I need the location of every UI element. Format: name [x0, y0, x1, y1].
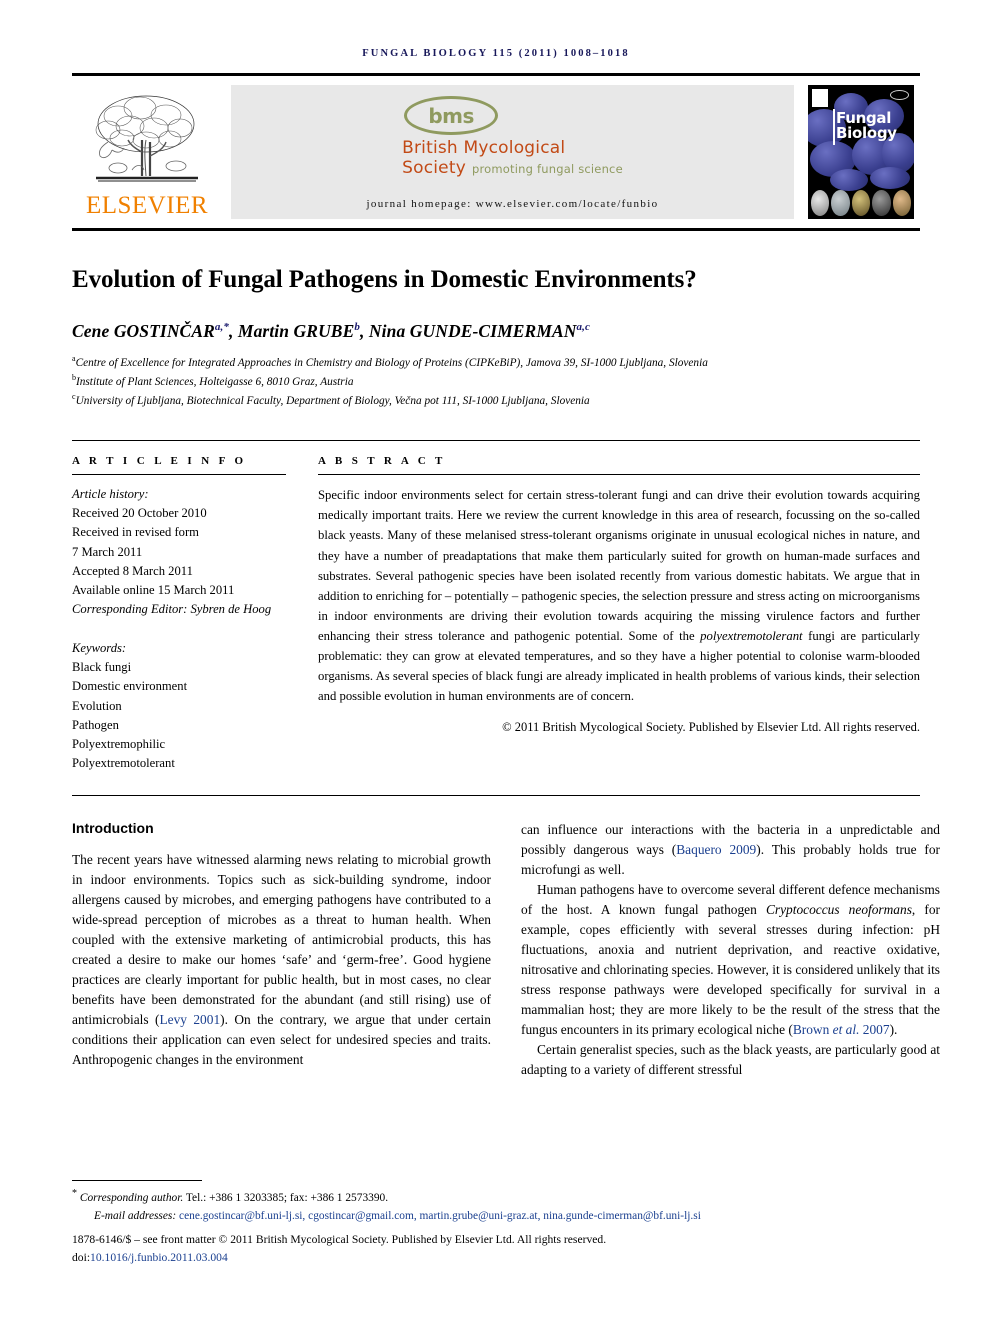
society-name-line1: British Mycological: [402, 138, 566, 158]
article-history-item: Available online 15 March 2011: [72, 582, 235, 597]
keyword-item: Domestic environment: [72, 679, 188, 694]
abstract-text: Specific indoor environments select for …: [318, 488, 920, 704]
info-abstract-section: A R T I C L E I N F O Article history: R…: [72, 440, 920, 773]
cover-title: Fungal Biology: [836, 111, 897, 142]
journal-homepage-link[interactable]: journal homepage: www.elsevier.com/locat…: [231, 198, 794, 210]
email-label: E-mail addresses:: [94, 1210, 177, 1223]
article-info-rule: [72, 474, 286, 476]
journal-masthead: ELSEVIER bms British Mycological Society…: [72, 73, 920, 231]
email-link[interactable]: cene.gostincar@bf.uni-lj.si,: [179, 1210, 305, 1222]
abstract-heading: A B S T R A C T: [318, 455, 446, 468]
keyword-item: Evolution: [72, 698, 122, 713]
corresponding-editor: Corresponding Editor: Sybren de Hoog: [72, 602, 272, 617]
bms-oval-icon: bms: [404, 96, 499, 135]
bms-acronym: bms: [428, 103, 474, 128]
email-link[interactable]: martin.grube@uni-graz.at,: [420, 1210, 541, 1222]
abstract-rule: [318, 474, 920, 476]
keywords-label: Keywords:: [72, 641, 127, 656]
article-history-list: Received 20 October 2010 Received in revi…: [72, 504, 302, 600]
doi-value[interactable]: 10.1016/j.funbio.2011.03.004: [90, 1251, 228, 1264]
cover-title-rule: [833, 109, 835, 145]
body-column-left: Introduction The recent years have witne…: [72, 820, 491, 1080]
email-addresses-note: E-mail addresses: cene.gostincar@bf.uni-…: [72, 1208, 920, 1226]
journal-band: bms British Mycological Society promotin…: [231, 85, 794, 219]
footnote-rule: [72, 1179, 202, 1181]
cover-photo-strip: [811, 190, 912, 216]
abstract-copyright: © 2011 British Mycological Society. Publ…: [502, 719, 920, 734]
article-info-heading: A R T I C L E I N F O: [72, 455, 247, 468]
cover-image: Fungal Biology: [808, 85, 914, 219]
page-title: Evolution of Fungal Pathogens in Domesti…: [72, 266, 697, 293]
affiliations-block: aCentre of Excellence for Integrated App…: [72, 353, 920, 410]
page-footer: * Corresponding author. Tel.: +386 1 320…: [72, 1179, 920, 1267]
email-link[interactable]: nina.gunde-cimerman@bf.uni-lj.si: [543, 1210, 701, 1222]
body-column-right: can influence our interactions with the …: [521, 820, 940, 1080]
keywords-list: Black fungi Domestic environment Evolution…: [72, 658, 302, 773]
elsevier-tree-icon: [95, 95, 198, 182]
affiliation: cUniversity of Ljubljana, Biotechnical F…: [72, 392, 590, 407]
introduction-heading: Introduction: [72, 820, 154, 837]
body-paragraph: The recent years have witnessed alarming…: [72, 852, 491, 1067]
article-history-label: Article history:: [72, 487, 149, 502]
society-name-line2: Society: [402, 158, 466, 178]
abstract-column: A B S T R A C T Specific indoor environm…: [318, 441, 920, 773]
body-columns: Introduction The recent years have witne…: [72, 820, 940, 1080]
front-matter-note: 1878-6146/$ – see front matter © 2011 Br…: [72, 1233, 607, 1247]
body-paragraph: can influence our interactions with the …: [521, 822, 940, 878]
body-paragraph: Certain generalist species, such as the …: [521, 1041, 940, 1077]
cover-elsevier-mark: [812, 89, 828, 107]
keyword-item: Polyextremotolerant: [72, 756, 175, 771]
bms-logo: bms British Mycological Society promotin…: [402, 96, 623, 178]
keywords-block: Keywords: Black fungi Domestic environmen…: [72, 639, 302, 773]
journal-cover-thumbnail: Fungal Biology: [802, 76, 920, 228]
email-link[interactable]: cgostincar@gmail.com,: [308, 1210, 417, 1222]
running-head: FUNGAL BIOLOGY 115 (2011) 1008–1018: [362, 48, 630, 59]
article-history-item: 7 March 2011: [72, 544, 143, 559]
article-history-item: Received in revised form: [72, 525, 199, 540]
keyword-item: Polyextremophilic: [72, 736, 166, 751]
body-paragraph: Human pathogens have to overcome several…: [521, 882, 940, 1037]
article-first-page: FUNGAL BIOLOGY 115 (2011) 1008–1018 ELSE…: [0, 0, 992, 1323]
elsevier-wordmark: ELSEVIER: [85, 192, 209, 219]
corresponding-author-note: * Corresponding author. Tel.: +386 1 320…: [72, 1187, 389, 1204]
article-history-item: Accepted 8 March 2011: [72, 563, 193, 578]
cover-bms-mark: [890, 90, 909, 100]
elsevier-logo: ELSEVIER: [72, 76, 222, 228]
article-history-item: Received 20 October 2010: [72, 506, 207, 521]
affiliation: bInstitute of Plant Sciences, Holteigass…: [72, 373, 354, 388]
keyword-item: Pathogen: [72, 717, 119, 732]
section-divider: [72, 795, 920, 797]
doi-line: doi:10.1016/j.funbio.2011.03.004: [72, 1251, 228, 1265]
keyword-item: Black fungi: [72, 660, 132, 675]
society-tagline: promoting fungal science: [471, 162, 623, 176]
author-list: Cene GOSTINČARa,*, Martin GRUBEb, Nina G…: [72, 321, 590, 341]
article-info-column: A R T I C L E I N F O Article history: R…: [72, 441, 318, 773]
affiliation: aCentre of Excellence for Integrated App…: [72, 354, 708, 369]
cover-title-line2: Biology: [836, 123, 897, 142]
